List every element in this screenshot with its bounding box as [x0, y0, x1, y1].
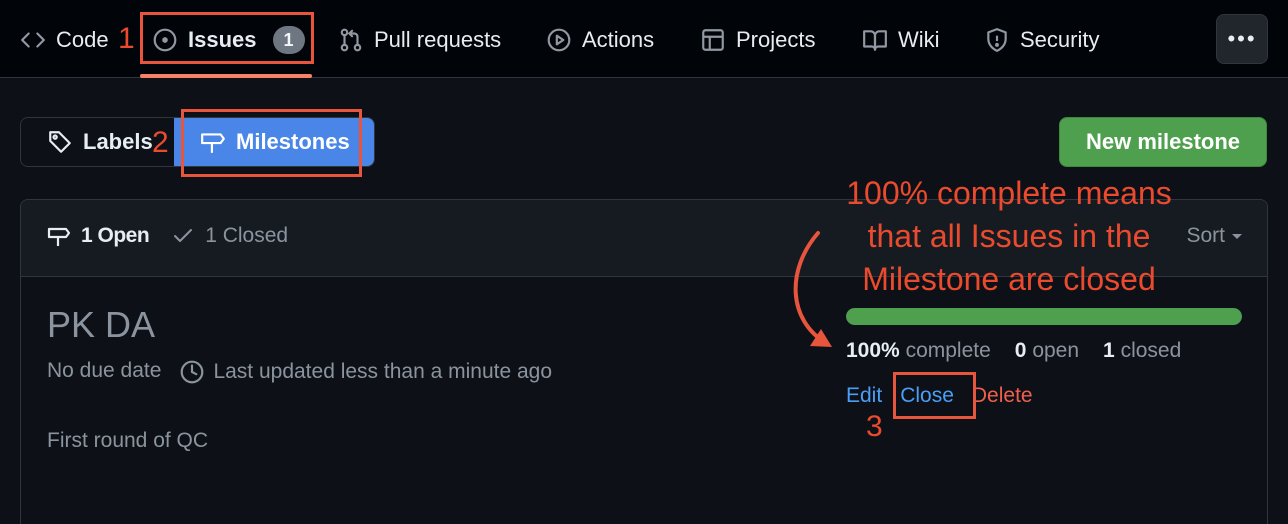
table-icon [702, 29, 724, 51]
edit-milestone-link[interactable]: Edit [846, 384, 882, 408]
annotation-note-line: 100% complete means [846, 175, 1172, 211]
tab-pull-requests-label: Pull requests [374, 27, 502, 52]
milestone-updated-text: Last updated less than a minute ago [213, 360, 553, 383]
closed-milestones-label: 1 Closed [205, 224, 289, 247]
closed-issues-count[interactable]: 1 closed [1103, 339, 1181, 363]
check-icon [174, 229, 193, 242]
milestone-icon [47, 227, 71, 246]
open-issues-count[interactable]: 0 open [1015, 339, 1079, 363]
annotation-step-3: 3 [866, 410, 883, 443]
tab-projects[interactable]: Projects [700, 18, 815, 62]
tab-code-label: Code [56, 27, 109, 52]
more-options-button[interactable]: ••• [1216, 14, 1268, 64]
labels-button-label: Labels [83, 129, 153, 154]
milestone-progress-fill [846, 308, 1242, 325]
tab-actions[interactable]: Actions [546, 18, 654, 62]
tab-wiki[interactable]: Wiki [862, 18, 940, 62]
tab-security[interactable]: Security [984, 18, 1099, 62]
milestone-updated: Last updated less than a minute ago [179, 359, 552, 385]
milestone-title[interactable]: PK DA [47, 304, 155, 346]
annotation-step-1: 1 [118, 22, 135, 55]
milestone-progress-bar [846, 308, 1242, 325]
annotation-note-line: Milestone are closed [862, 261, 1156, 297]
tab-wiki-label: Wiki [898, 27, 940, 52]
annotation-arrow [793, 231, 832, 347]
annotation-box-close [893, 372, 976, 419]
active-tab-underline [140, 74, 312, 78]
milestone-stats: 100% complete 0 open 1 closed [846, 339, 1181, 363]
delete-milestone-link[interactable]: Delete [972, 384, 1033, 408]
tag-icon [49, 131, 71, 153]
sort-label: Sort [1186, 224, 1225, 247]
open-milestones-label: 1 Open [81, 224, 150, 247]
tab-code[interactable]: Code [20, 18, 109, 62]
play-icon [547, 28, 571, 52]
book-icon [863, 30, 887, 51]
new-milestone-button[interactable]: New milestone [1059, 117, 1267, 167]
tab-projects-label: Projects [736, 27, 816, 52]
sort-dropdown[interactable]: Sort [1186, 224, 1243, 248]
annotation-note: 100% complete means that all Issues in t… [826, 172, 1192, 301]
percent-complete: 100% complete [846, 339, 991, 362]
tab-pull-requests[interactable]: Pull requests [338, 18, 501, 62]
shield-icon [987, 28, 1007, 52]
triangle-down-icon [1232, 234, 1242, 239]
annotation-box-milestones [181, 109, 362, 177]
annotation-box-issues [140, 12, 314, 64]
code-icon [21, 32, 45, 48]
milestone-due-date: No due date [47, 359, 162, 382]
open-milestones-link[interactable]: 1 Open [47, 224, 150, 248]
git-pull-request-icon [340, 28, 362, 52]
milestone-state-filters: 1 Open 1 Closed [47, 224, 288, 248]
tab-security-label: Security [1020, 27, 1100, 52]
kebab-horizontal-icon: ••• [1227, 26, 1257, 51]
milestone-meta: No due date Last updated less than a min… [47, 359, 552, 385]
annotation-note-line: that all Issues in the [867, 218, 1151, 254]
clock-icon [181, 360, 204, 384]
tab-actions-label: Actions [582, 27, 655, 52]
milestone-description: First round of QC [47, 429, 209, 452]
closed-milestones-link[interactable]: 1 Closed [171, 224, 288, 248]
annotation-step-2: 2 [152, 126, 169, 159]
